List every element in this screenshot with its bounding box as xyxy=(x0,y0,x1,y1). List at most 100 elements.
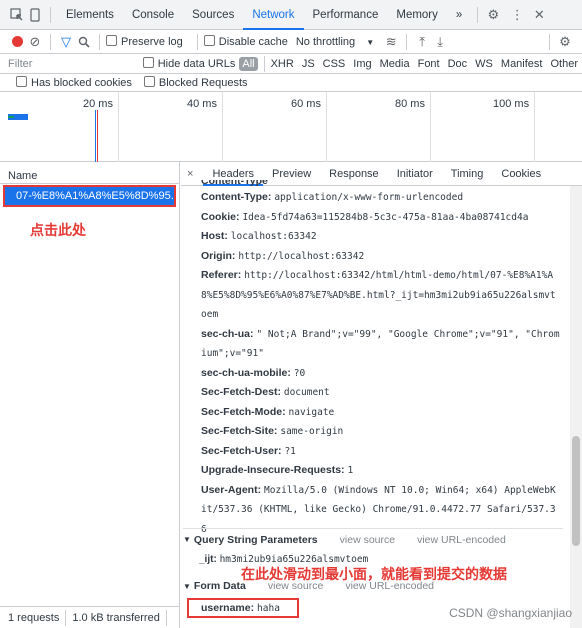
filter-media[interactable]: Media xyxy=(376,58,414,70)
header-value: " Not;A Brand";v="99", "Google Chrome";v… xyxy=(201,328,560,360)
timeline-tick-label: 40 ms xyxy=(187,98,217,110)
form-data-section-header[interactable]: ▼ Form Data view source view URL-encoded xyxy=(183,575,563,597)
tab-memory[interactable]: Memory xyxy=(387,0,447,30)
name-column-header[interactable]: Name xyxy=(0,162,179,184)
tab-performance[interactable]: Performance xyxy=(304,0,388,30)
preserve-log-checkbox[interactable]: Preserve log xyxy=(106,35,183,48)
collapse-triangle-icon: ▼ xyxy=(183,581,191,591)
filter-img[interactable]: Img xyxy=(349,58,375,70)
tab-sources[interactable]: Sources xyxy=(183,0,243,30)
annotation-click-here: 点击此处 xyxy=(30,222,86,238)
tab-console[interactable]: Console xyxy=(123,0,183,30)
throttling-select[interactable]: No throttling ▼ xyxy=(296,36,374,48)
request-headers-list: Content-Type: application/x-www-form-url… xyxy=(201,188,561,539)
header-value: 1 xyxy=(347,465,354,476)
filter-js[interactable]: JS xyxy=(298,58,319,70)
hide-data-urls-label: Hide data URLs xyxy=(157,58,236,70)
wifi-icon[interactable]: ≋ xyxy=(382,33,400,51)
header-value: http://localhost:63342 xyxy=(238,250,365,262)
clear-icon[interactable]: ⊘ xyxy=(26,33,44,51)
timeline-gridline xyxy=(326,92,327,162)
timeline-request-bar-wait xyxy=(8,116,14,118)
timeline-tick-label: 20 ms xyxy=(83,98,113,110)
header-key: sec-ch-ua: xyxy=(201,327,254,340)
header-key: Sec-Fetch-Dest: xyxy=(201,386,281,398)
blocked-requests-checkbox[interactable]: Blocked Requests xyxy=(143,76,248,89)
header-value: ?1 xyxy=(284,445,296,457)
search-icon[interactable] xyxy=(75,33,93,51)
filter-other[interactable]: Other xyxy=(546,58,582,70)
blocked-filter-row: Has blocked cookies Blocked Requests xyxy=(0,74,582,92)
header-row: Sec-Fetch-Site: same-origin xyxy=(201,422,561,442)
header-row: Sec-Fetch-Dest: document xyxy=(201,383,561,403)
filter-input[interactable]: Filter xyxy=(8,58,139,70)
scrollbar-thumb[interactable] xyxy=(572,436,580,546)
form-data-row-username: username: haha xyxy=(187,598,299,618)
form-view-url-encoded-link[interactable]: view URL-encoded xyxy=(345,580,434,592)
tab-initiator[interactable]: Initiator xyxy=(388,162,442,186)
header-key: Host: xyxy=(201,230,228,242)
network-settings-gear-icon[interactable]: ⚙ xyxy=(556,33,574,51)
request-row[interactable]: 07-%E8%A1%A8%E5%8D%95... xyxy=(3,185,176,207)
filter-doc[interactable]: Doc xyxy=(444,58,472,70)
request-count: 1 requests xyxy=(8,611,60,624)
timeline-tick-label: 60 ms xyxy=(291,98,321,110)
details-scrollbar[interactable] xyxy=(570,186,582,628)
header-value: http://localhost:63342/html/html-demo/ht… xyxy=(201,270,556,320)
header-key: Content-Type: xyxy=(201,191,272,203)
tab-timing[interactable]: Timing xyxy=(442,162,493,186)
divider xyxy=(477,6,479,23)
more-tabs-button[interactable]: » xyxy=(447,0,471,30)
record-icon[interactable] xyxy=(8,33,26,51)
divider xyxy=(165,609,167,626)
timeline-gridline xyxy=(534,92,535,162)
header-value: same-origin xyxy=(280,426,344,437)
close-icon[interactable]: ✕ xyxy=(530,6,548,24)
timeline-load-line xyxy=(97,110,98,162)
request-name: 07-%E8%A1%A8%E5%8D%95... xyxy=(16,190,176,202)
form-view-source-link[interactable]: view source xyxy=(268,580,323,592)
header-key: sec-ch-ua-mobile: xyxy=(201,366,291,379)
tab-cookies[interactable]: Cookies xyxy=(492,162,550,186)
tab-preview[interactable]: Preview xyxy=(263,162,320,186)
filter-all-button[interactable]: All xyxy=(239,56,258,71)
query-string-title: Query String Parameters xyxy=(193,533,318,546)
tab-response[interactable]: Response xyxy=(320,162,388,186)
tab-elements[interactable]: Elements xyxy=(57,0,123,30)
hide-data-urls-checkbox[interactable]: Hide data URLs xyxy=(139,57,240,70)
query-view-url-encoded-link[interactable]: view URL-encoded xyxy=(417,534,506,546)
query-string-section-header[interactable]: ▼ Query String Parameters view source vi… xyxy=(183,528,563,550)
filter-css[interactable]: CSS xyxy=(319,58,350,70)
has-blocked-cookies-label: Has blocked cookies xyxy=(31,77,132,89)
header-value: Idea-5fd74a63=115284b8-5c3c-475a-81aa-4b… xyxy=(242,211,529,223)
header-key: Sec-Fetch-Mode: xyxy=(201,405,286,418)
timeline-gridline xyxy=(118,92,119,162)
download-icon[interactable]: ⤓ xyxy=(431,33,449,51)
divider xyxy=(65,609,67,626)
throttling-value: No throttling xyxy=(295,35,356,48)
more-options-icon[interactable]: ⋮ xyxy=(508,6,526,24)
has-blocked-cookies-checkbox[interactable]: Has blocked cookies xyxy=(16,76,132,89)
upload-icon[interactable]: ⤒ xyxy=(413,33,431,51)
filter-font[interactable]: Font xyxy=(414,58,444,70)
filter-manifest[interactable]: Manifest xyxy=(497,58,547,70)
disable-cache-label: Disable cache xyxy=(218,36,288,48)
filter-ws[interactable]: WS xyxy=(471,58,497,70)
transferred-size: 1.0 kB transferred xyxy=(72,611,160,624)
device-toolbar-icon[interactable] xyxy=(26,6,44,24)
filter-icon[interactable]: ▽ xyxy=(57,33,75,51)
blocked-requests-label: Blocked Requests xyxy=(158,77,248,89)
header-row: sec-ch-ua: " Not;A Brand";v="99", "Googl… xyxy=(201,325,561,364)
query-view-source-link[interactable]: view source xyxy=(340,534,395,546)
header-value: navigate xyxy=(288,406,335,418)
header-value: document xyxy=(283,387,330,398)
network-timeline[interactable]: 20 ms 40 ms 60 ms 80 ms 100 ms xyxy=(0,92,582,162)
disable-cache-checkbox[interactable]: Disable cache xyxy=(203,35,288,48)
filter-xhr[interactable]: XHR xyxy=(267,58,298,70)
close-details-icon[interactable]: × xyxy=(187,168,193,180)
inspect-element-icon[interactable] xyxy=(8,6,26,24)
gear-icon[interactable]: ⚙ xyxy=(484,6,502,24)
collapse-triangle-icon: ▼ xyxy=(183,535,191,544)
timeline-dom-content-loaded-line xyxy=(95,110,96,162)
tab-network[interactable]: Network xyxy=(243,0,304,30)
